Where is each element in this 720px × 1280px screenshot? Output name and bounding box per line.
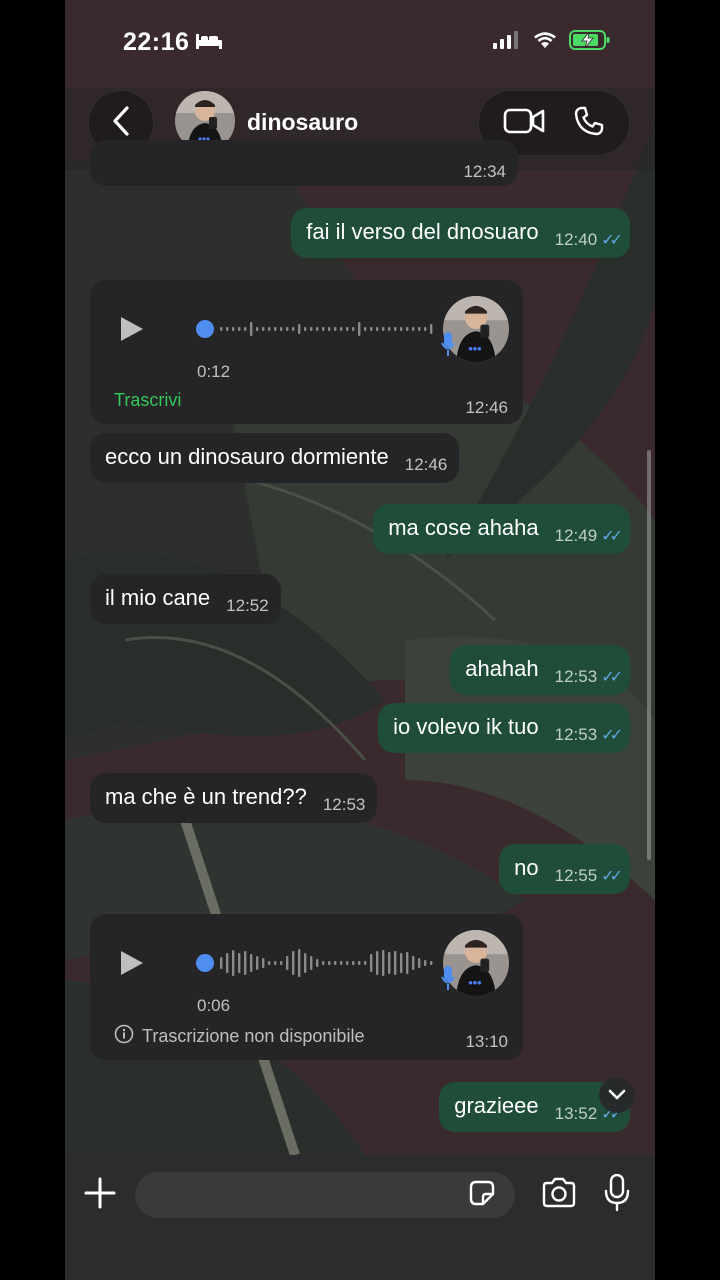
play-button[interactable] xyxy=(120,316,144,347)
phone-icon xyxy=(574,106,604,135)
message-time: 12:53 xyxy=(554,725,598,744)
message-time: 12:40 xyxy=(554,230,598,249)
sticker-icon xyxy=(469,1180,495,1206)
message-meta: 12:55 ✓✓ xyxy=(539,866,623,894)
status-bar: 22:16 xyxy=(65,0,655,88)
read-ticks-icon: ✓✓ xyxy=(601,669,623,686)
composer-bar xyxy=(65,1155,655,1280)
message-text: ma che è un trend?? xyxy=(105,784,307,809)
message-text: io volevo ik tuo xyxy=(393,714,539,739)
message-text: ma cose ahaha xyxy=(388,515,539,540)
voice-message[interactable]: 0:12 Trascrivi 12:46 xyxy=(90,280,523,424)
message-time: 12:46 xyxy=(465,398,508,417)
transcription-note: Trascrizione non disponibile xyxy=(114,1024,364,1049)
message-text: no xyxy=(514,855,539,880)
message-bubble-incoming[interactable]: ecco un dinosauro dormiente 12:46 xyxy=(90,433,460,483)
message-bubble-incoming[interactable]: ma che è un trend?? 12:53 xyxy=(90,773,378,823)
message-time: 13:10 xyxy=(465,1032,508,1051)
play-icon xyxy=(121,317,143,341)
attach-button[interactable] xyxy=(82,1175,118,1211)
voice-duration: 0:06 xyxy=(197,996,231,1015)
read-ticks-icon: ✓✓ xyxy=(601,528,623,545)
transcription-note-text: Trascrizione non disponibile xyxy=(142,1026,365,1046)
message-meta: 12:49 ✓✓ xyxy=(539,526,623,554)
message-time: 12:53 xyxy=(554,667,598,686)
battery-charging-icon xyxy=(569,30,611,55)
read-ticks-icon: ✓✓ xyxy=(601,232,623,249)
message-bubble-outgoing[interactable]: ma cose ahaha 12:49 ✓✓ xyxy=(373,504,630,554)
play-button[interactable] xyxy=(120,950,144,981)
voice-message[interactable]: 0:06 Trascrizione non disponibile 13:10 xyxy=(90,914,523,1060)
sleep-bed-icon xyxy=(195,28,223,57)
message-bubble-partial[interactable]: 12:34 xyxy=(90,140,518,186)
chevron-left-icon xyxy=(111,105,131,141)
microphone-icon xyxy=(441,332,455,363)
scroll-to-bottom-button[interactable] xyxy=(599,1077,635,1113)
transcribe-link[interactable]: Trascrivi xyxy=(114,390,181,411)
message-bubble-outgoing[interactable]: ahahah 12:53 ✓✓ xyxy=(450,645,630,695)
scroll-indicator[interactable] xyxy=(647,450,651,860)
read-ticks-icon: ✓✓ xyxy=(601,727,623,744)
message-time: 12:34 xyxy=(463,162,506,181)
message-meta: 12:53 ✓✓ xyxy=(539,725,623,753)
message-time: 12:46 xyxy=(404,455,448,474)
microphone-icon xyxy=(441,966,455,997)
status-icons xyxy=(493,30,611,55)
message-time: 13:52 xyxy=(554,1104,598,1123)
message-bubble-outgoing[interactable]: io volevo ik tuo 12:53 ✓✓ xyxy=(378,703,630,753)
message-meta: 12:40 ✓✓ xyxy=(539,230,623,258)
video-call-button[interactable] xyxy=(503,107,545,140)
message-text: fai il verso del dnosuaro xyxy=(306,219,539,244)
voice-record-button[interactable] xyxy=(604,1173,630,1217)
time-text: 22:16 xyxy=(123,28,190,56)
phone-screen: 22:16 dinosauro 12:34 fai il verso del d… xyxy=(65,0,655,1280)
message-bubble-incoming[interactable]: il mio cane 12:52 xyxy=(90,574,281,624)
play-icon xyxy=(121,951,143,975)
message-time: 12:52 xyxy=(226,596,269,615)
plus-icon xyxy=(84,1177,116,1209)
sticker-button[interactable] xyxy=(467,1178,497,1213)
read-ticks-icon: ✓✓ xyxy=(601,868,623,885)
signal-icon xyxy=(493,31,521,54)
camera-button[interactable] xyxy=(541,1177,577,1214)
status-time: 22:16 xyxy=(123,28,223,57)
message-bubble-outgoing[interactable]: fai il verso del dnosuaro 12:40 ✓✓ xyxy=(291,208,630,258)
message-bubble-outgoing[interactable]: no 12:55 ✓✓ xyxy=(499,844,630,894)
voice-call-button[interactable] xyxy=(573,105,605,142)
voice-waveform[interactable] xyxy=(196,948,436,978)
video-camera-icon xyxy=(503,108,545,133)
camera-icon xyxy=(542,1177,576,1208)
message-text: grazieee xyxy=(454,1093,539,1118)
message-text: ecco un dinosauro dormiente xyxy=(105,444,389,469)
message-time: 12:49 xyxy=(554,526,598,545)
info-icon xyxy=(114,1024,134,1049)
contact-name[interactable]: dinosauro xyxy=(247,109,358,136)
microphone-icon xyxy=(604,1173,630,1212)
chevron-down-icon xyxy=(608,1089,626,1100)
message-meta: 12:53 ✓✓ xyxy=(539,667,623,695)
message-text: il mio cane xyxy=(105,585,211,610)
voice-waveform[interactable] xyxy=(196,314,436,344)
voice-duration: 0:12 xyxy=(197,362,231,381)
message-text: ahahah xyxy=(465,656,539,681)
message-list[interactable]: 12:34 fai il verso del dnosuaro 12:40 ✓✓ … xyxy=(65,140,655,1155)
wifi-icon xyxy=(533,31,557,54)
message-input[interactable] xyxy=(135,1172,515,1218)
message-time: 12:55 xyxy=(554,866,598,885)
message-time: 12:53 xyxy=(322,795,366,814)
